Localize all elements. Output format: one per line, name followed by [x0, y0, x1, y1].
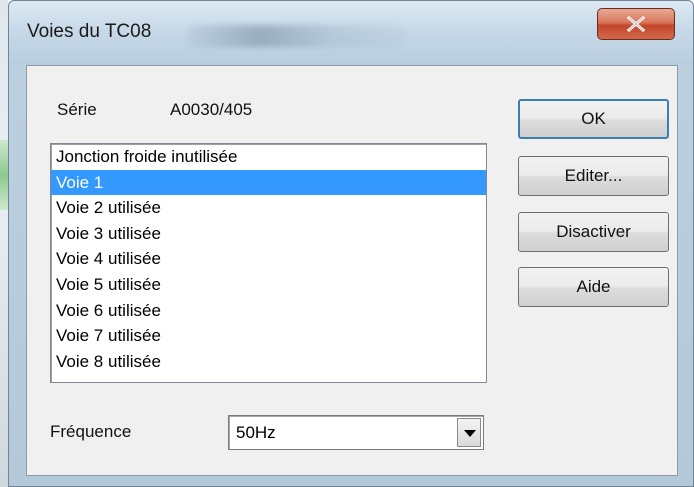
- frequency-label: Fréquence: [50, 422, 132, 441]
- list-item[interactable]: Voie 3 utilisée: [51, 221, 486, 247]
- title-bar[interactable]: Voies du TC08: [9, 1, 693, 65]
- close-icon: [626, 16, 646, 32]
- list-item[interactable]: Voie 6 utilisée: [51, 298, 486, 324]
- list-item[interactable]: Voie 4 utilisée: [51, 246, 486, 272]
- serie-label: Série: [57, 100, 97, 119]
- title-bar-glass-blur: [187, 25, 407, 47]
- channel-listbox[interactable]: Jonction froide inutilisée Voie 1 Voie 2 u…: [50, 143, 487, 383]
- serie-value: A0030/405: [170, 100, 253, 119]
- window-title: Voies du TC08: [27, 21, 152, 42]
- ok-button[interactable]: OK: [518, 99, 669, 139]
- frequency-select[interactable]: 50Hz: [228, 415, 484, 450]
- close-button[interactable]: [597, 8, 675, 40]
- list-item[interactable]: Jonction froide inutilisée: [51, 144, 486, 170]
- background-window-edge: [0, 0, 8, 487]
- list-item[interactable]: Voie 8 utilisée: [51, 349, 486, 375]
- dialog-client-area: Série A0030/405 Jonction froide inutilis…: [26, 65, 678, 476]
- frequency-dropdown-button[interactable]: [457, 418, 481, 447]
- help-button[interactable]: Aide: [518, 267, 669, 307]
- frequency-select-value: 50Hz: [236, 423, 276, 442]
- chevron-down-icon: [464, 430, 476, 437]
- list-item[interactable]: Voie 7 utilisée: [51, 323, 486, 349]
- deactivate-button[interactable]: Disactiver: [518, 212, 669, 252]
- edit-button[interactable]: Editer...: [518, 156, 669, 196]
- list-item[interactable]: Voie 2 utilisée: [51, 195, 486, 221]
- dialog-window: Voies du TC08 Série A0030/405 Jonction f…: [8, 0, 694, 487]
- list-item[interactable]: Voie 5 utilisée: [51, 272, 486, 298]
- list-item[interactable]: Voie 1: [51, 169, 486, 196]
- background-window-accent: [0, 140, 8, 210]
